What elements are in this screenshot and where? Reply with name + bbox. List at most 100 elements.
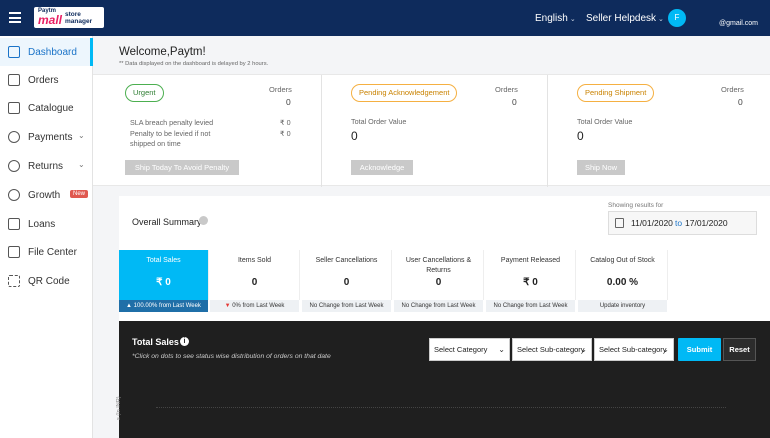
stat-value: 0.00 % [606, 277, 639, 288]
trend-text: 100.00% from Last Week [133, 303, 201, 309]
stat-trend-seller-cancellations: No Change from Last Week [302, 300, 392, 312]
logo-sub-text: store manager [65, 11, 93, 25]
sidebar-item-payments[interactable]: Payments ⌄ [0, 123, 93, 151]
sidebar-item-qr-code[interactable]: QR Code [0, 267, 93, 295]
y-axis-label: s (In INR) [116, 396, 122, 420]
arrow-up-icon: ▲ [126, 303, 132, 309]
chevron-down-icon: ⌄ [78, 131, 85, 140]
sidebar-item-label: QR Code [28, 276, 70, 287]
sidebar-item-label: Payments [28, 132, 73, 143]
seller-helpdesk-menu[interactable]: Seller Helpdesk ⌄ [586, 13, 664, 24]
info-icon[interactable]: i [180, 337, 189, 346]
penalty-value: ₹ 0 [280, 129, 291, 138]
orders-icon [8, 74, 20, 86]
orders-label: Orders [495, 85, 518, 94]
sidebar-item-loans[interactable]: Loans [0, 210, 93, 238]
arrow-down-icon: ▼ [224, 303, 231, 309]
stat-catalog-out-of-stock[interactable]: Catalog Out of Stock 0.00 % [578, 250, 668, 300]
welcome-title: Welcome,Paytm! [119, 46, 206, 58]
user-email[interactable]: @gmail.com [719, 20, 758, 27]
trend-text: 0% from Last Week [232, 303, 285, 309]
sidebar-item-label: Catalogue [28, 103, 74, 114]
stat-label: User Cancellations & Returns [405, 257, 472, 274]
stat-seller-cancellations[interactable]: Seller Cancellations 0 [302, 250, 392, 300]
pending-shipment-card: Pending Shipment Orders 0 Total Order Va… [547, 75, 770, 187]
sidebar-item-catalogue[interactable]: Catalogue [0, 94, 93, 122]
stat-label: Seller Cancellations [315, 257, 378, 264]
showing-results-label: Showing results for [608, 202, 664, 209]
data-delay-note: ** Data displayed on the dashboard is de… [119, 61, 269, 67]
stat-total-sales[interactable]: Total Sales ₹ 0 [119, 250, 209, 300]
pending-ack-pill: Pending Acknowledgement [351, 84, 458, 102]
helpdesk-label: Seller Helpdesk [586, 13, 657, 24]
stat-items-sold[interactable]: Items Sold 0 [210, 250, 300, 300]
update-inventory-link[interactable]: Update inventory [578, 300, 668, 312]
reset-button[interactable]: Reset [723, 338, 756, 361]
stat-trend-payment-released: No Change from Last Week [486, 300, 576, 312]
submit-button[interactable]: Submit [678, 338, 721, 361]
top-bar: Paytm mall store manager English ⌄ Seller… [0, 0, 770, 36]
sidebar-item-label: Growth [28, 190, 61, 201]
trend-text: No Change from Last Week [401, 303, 476, 309]
date-range-picker[interactable]: 11/01/2020 to 17/01/2020 [608, 211, 757, 235]
logo-main-text: mall [38, 13, 63, 27]
select-subcategory-2-value: Select Sub-category [599, 345, 667, 354]
acknowledge-button[interactable]: Acknowledge [351, 160, 413, 175]
summary-title: Overall Summary [132, 217, 202, 227]
stat-label: Payment Released [500, 257, 561, 264]
total-order-value-label: Total Order Value [577, 117, 633, 126]
select-subcategory-2-dropdown[interactable]: Select Sub-category ⌄ [594, 338, 674, 361]
stat-payment-released[interactable]: Payment Released ₹ 0 [486, 250, 576, 300]
paytm-mall-logo[interactable]: Paytm mall store manager [34, 7, 104, 28]
stat-value: 0 [435, 277, 442, 288]
sidebar-item-label: Dashboard [28, 47, 77, 58]
stat-value: ₹ 0 [156, 277, 171, 288]
sidebar-item-file-center[interactable]: File Center [0, 238, 93, 266]
sidebar-item-returns[interactable]: Returns ⌄ [0, 152, 93, 180]
sidebar: Dashboard Orders Catalogue Payments ⌄ Re… [0, 36, 93, 438]
trend-text: Update inventory [599, 303, 646, 309]
orders-value: 0 [738, 97, 743, 107]
chevron-down-icon: ⌄ [662, 345, 669, 354]
pending-cards: Urgent Orders 0 SLA breach penalty levie… [93, 74, 770, 187]
orders-label: Orders [269, 85, 292, 94]
growth-icon [8, 189, 20, 201]
urgent-card: Urgent Orders 0 SLA breach penalty levie… [93, 75, 321, 187]
total-sales-title: Total Sales [132, 337, 179, 347]
chevron-down-icon: ⌄ [580, 345, 587, 354]
loans-icon [8, 218, 20, 230]
chevron-down-icon: ⌄ [78, 160, 85, 169]
file-center-icon [8, 246, 20, 258]
avatar[interactable]: F [668, 9, 686, 27]
language-selector[interactable]: English ⌄ [535, 13, 576, 24]
stat-trend-user-cancellations: No Change from Last Week [394, 300, 484, 312]
sidebar-item-label: Loans [28, 219, 56, 230]
hamburger-menu-icon[interactable] [9, 12, 21, 23]
payments-icon [8, 131, 20, 143]
new-badge: New [70, 190, 89, 198]
total-order-value: 0 [351, 129, 358, 143]
sla-value: ₹ 0 [280, 118, 291, 127]
sidebar-item-label: File Center [28, 247, 77, 258]
stat-label: Catalog Out of Stock [590, 257, 655, 264]
select-category-dropdown[interactable]: Select Category ⌄ [429, 338, 510, 361]
stat-value: 0 [343, 277, 350, 288]
select-subcategory-dropdown[interactable]: Select Sub-category ⌄ [512, 338, 592, 361]
sidebar-item-growth[interactable]: Growth New [0, 181, 93, 209]
stat-label: Total Sales [146, 257, 181, 264]
ship-today-button[interactable]: Ship Today To Avoid Penalty [125, 160, 239, 175]
stat-user-cancellations-returns[interactable]: User Cancellations & Returns 0 [394, 250, 484, 300]
dashboard-icon [8, 46, 20, 58]
chevron-down-icon: ⌄ [569, 16, 576, 23]
overall-summary: Overall Summary Showing results for 11/0… [119, 196, 770, 321]
qr-code-icon [8, 275, 20, 287]
chevron-down-icon: ⌄ [498, 345, 505, 354]
returns-icon [8, 160, 20, 172]
stat-trend-items-sold: ▼ 0% from Last Week [210, 300, 300, 312]
stat-value: ₹ 0 [523, 277, 538, 288]
sidebar-item-orders[interactable]: Orders [0, 66, 93, 94]
ship-now-button[interactable]: Ship Now [577, 160, 625, 175]
sidebar-item-dashboard[interactable]: Dashboard [0, 38, 93, 66]
stat-label: Items Sold [237, 257, 272, 264]
info-icon[interactable] [199, 216, 208, 225]
